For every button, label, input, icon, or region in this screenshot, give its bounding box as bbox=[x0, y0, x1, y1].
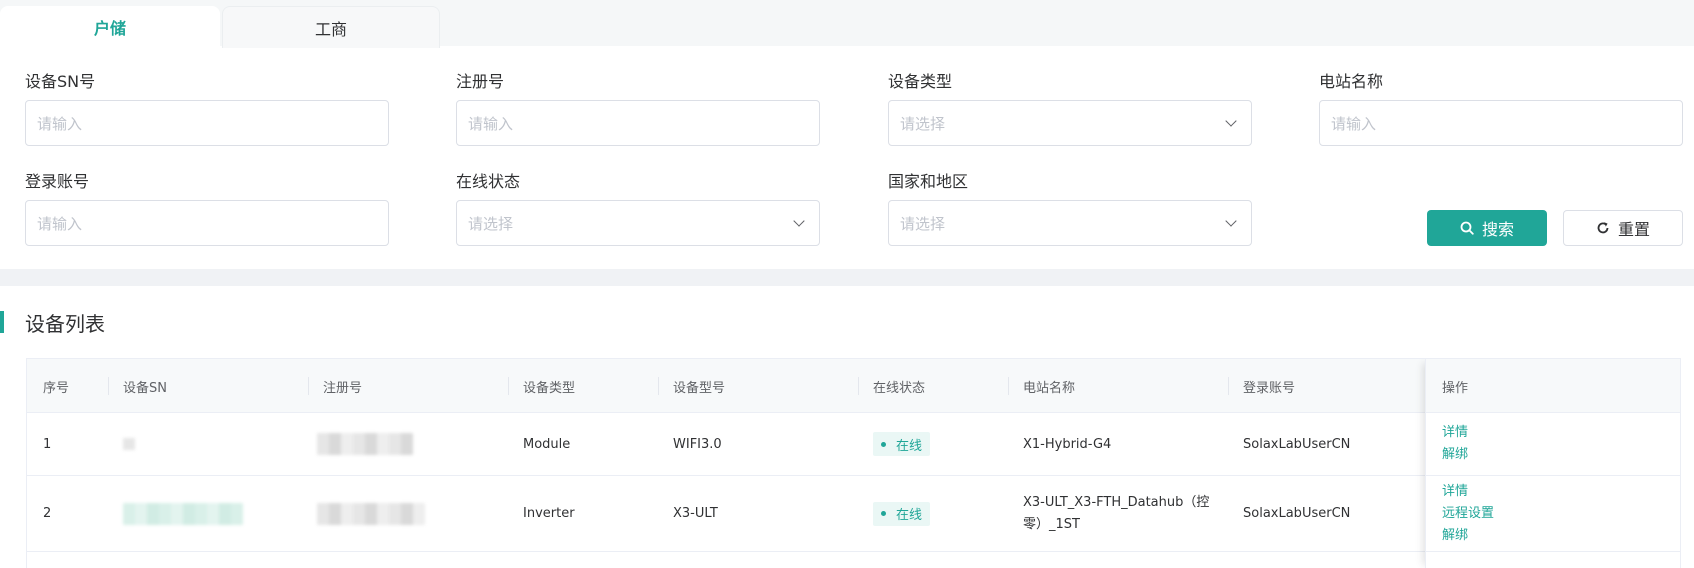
col-station-name: 电站名称 bbox=[1023, 380, 1076, 396]
column-divider bbox=[1008, 377, 1009, 395]
sn-input-placeholder: 请输入 bbox=[37, 114, 83, 133]
row-index: 1 bbox=[43, 436, 52, 452]
status-dot-icon bbox=[881, 441, 886, 447]
column-divider bbox=[508, 377, 509, 395]
redacted-block bbox=[123, 502, 243, 525]
chevron-down-icon bbox=[1225, 215, 1237, 227]
table-row: 2 Inverter X3-ULT 在线 X3-ULT_X3-FTH_Datah… bbox=[27, 476, 1680, 552]
country-placeholder: 请选择 bbox=[900, 214, 946, 233]
row-device-model: X3-ULT bbox=[673, 506, 718, 521]
row-station-name: X3-ULT_X3-FTH_Datahub（控零）_1ST bbox=[1023, 494, 1210, 532]
online-status-label: 在线状态 bbox=[456, 172, 521, 191]
redacted-block bbox=[317, 433, 413, 455]
device-type-select[interactable]: 请选择 bbox=[888, 100, 1252, 146]
row-actions: 详情 远程设置 解绑 bbox=[1442, 476, 1494, 551]
column-divider bbox=[308, 377, 309, 395]
sn-label: 设备SN号 bbox=[25, 72, 96, 91]
online-status-select[interactable]: 请选择 bbox=[456, 200, 820, 246]
chevron-down-icon bbox=[793, 215, 805, 227]
reset-button[interactable]: 重置 bbox=[1563, 210, 1683, 246]
col-sn: 设备SN bbox=[123, 380, 167, 396]
account-input[interactable]: 请输入 bbox=[25, 200, 389, 246]
row-sn-redacted bbox=[123, 476, 243, 551]
tabs-bar: 户储 工商 bbox=[0, 0, 1694, 48]
search-button-label: 搜索 bbox=[1481, 220, 1514, 239]
row-status: 在线 bbox=[873, 476, 931, 551]
row-account: SolaxLabUserCN bbox=[1243, 436, 1351, 452]
device-table: 序号 设备SN 注册号 设备类型 设备型号 在线状态 电站名称 登录账号 操作 … bbox=[26, 358, 1681, 568]
unbind-link[interactable]: 解绑 bbox=[1442, 444, 1468, 466]
col-online-status: 在线状态 bbox=[873, 380, 926, 396]
row-station-name: X1-Hybrid-G4 bbox=[1023, 436, 1112, 452]
row-device-type: Module bbox=[523, 436, 571, 452]
list-title: 设备列表 bbox=[25, 312, 105, 336]
status-text: 在线 bbox=[896, 508, 923, 523]
row-actions: 详情 解绑 bbox=[1442, 413, 1468, 475]
title-accent-bar bbox=[0, 311, 4, 333]
reg-no-input[interactable]: 请输入 bbox=[456, 100, 820, 146]
tab-commercial[interactable]: 工商 bbox=[222, 6, 440, 48]
column-divider bbox=[1228, 377, 1229, 395]
online-status-placeholder: 请选择 bbox=[468, 214, 514, 233]
station-name-label: 电站名称 bbox=[1319, 72, 1384, 91]
station-name-input[interactable]: 请输入 bbox=[1319, 100, 1683, 146]
country-select[interactable]: 请选择 bbox=[888, 200, 1252, 246]
col-index: 序号 bbox=[43, 380, 70, 396]
column-divider bbox=[658, 377, 659, 395]
row-account: SolaxLabUserCN bbox=[1243, 506, 1351, 521]
detail-link[interactable]: 详情 bbox=[1442, 481, 1468, 503]
account-input-placeholder: 请输入 bbox=[37, 214, 83, 233]
table-header: 序号 设备SN 注册号 设备类型 设备型号 在线状态 电站名称 登录账号 操作 bbox=[27, 359, 1680, 413]
reg-no-input-placeholder: 请输入 bbox=[468, 114, 514, 133]
status-badge: 在线 bbox=[873, 501, 931, 526]
col-device-type: 设备类型 bbox=[523, 380, 576, 396]
redacted-block bbox=[123, 438, 135, 450]
tab-residential[interactable]: 户储 bbox=[0, 6, 220, 48]
detail-link[interactable]: 详情 bbox=[1442, 422, 1468, 444]
refresh-icon bbox=[1597, 222, 1609, 234]
col-device-model: 设备型号 bbox=[673, 380, 726, 396]
column-divider bbox=[858, 377, 859, 395]
chevron-down-icon bbox=[1225, 115, 1237, 127]
status-badge: 在线 bbox=[873, 432, 931, 456]
col-reg-no: 注册号 bbox=[323, 380, 363, 396]
reset-button-label: 重置 bbox=[1617, 220, 1650, 239]
redacted-block bbox=[317, 502, 425, 525]
col-account: 登录账号 bbox=[1243, 380, 1296, 396]
unbind-link[interactable]: 解绑 bbox=[1442, 525, 1468, 547]
reg-no-label: 注册号 bbox=[456, 72, 505, 91]
row-status: 在线 bbox=[873, 413, 931, 475]
row-sn-redacted bbox=[123, 413, 135, 475]
device-type-placeholder: 请选择 bbox=[900, 114, 946, 133]
table-row: 1 Module WIFI3.0 在线 X1-Hybrid-G4 SolaxLa… bbox=[27, 413, 1680, 476]
row-device-type: Inverter bbox=[523, 506, 575, 521]
row-index: 2 bbox=[43, 506, 52, 521]
col-actions: 操作 bbox=[1442, 380, 1469, 396]
sn-input[interactable]: 请输入 bbox=[25, 100, 389, 146]
status-text: 在线 bbox=[896, 438, 923, 454]
search-icon bbox=[1460, 221, 1474, 235]
station-name-input-placeholder: 请输入 bbox=[1331, 114, 1377, 133]
account-label: 登录账号 bbox=[25, 172, 90, 191]
search-button[interactable]: 搜索 bbox=[1427, 210, 1547, 246]
row-device-model: WIFI3.0 bbox=[673, 436, 722, 452]
row-reg-no-redacted bbox=[317, 413, 413, 475]
remote-settings-link[interactable]: 远程设置 bbox=[1442, 503, 1494, 525]
status-dot-icon bbox=[881, 511, 886, 516]
device-list-panel: 设备列表 序号 设备SN 注册号 设备类型 设备型号 在线状态 电站名称 登录账… bbox=[0, 286, 1694, 568]
row-reg-no-redacted bbox=[317, 476, 425, 551]
filter-panel: 户储 工商 设备SN号 请输入 注册号 请输入 设备类型 请选择 电站名称 请输… bbox=[0, 0, 1694, 269]
country-label: 国家和地区 bbox=[888, 172, 969, 191]
device-type-label: 设备类型 bbox=[888, 72, 953, 91]
column-divider bbox=[108, 377, 109, 395]
